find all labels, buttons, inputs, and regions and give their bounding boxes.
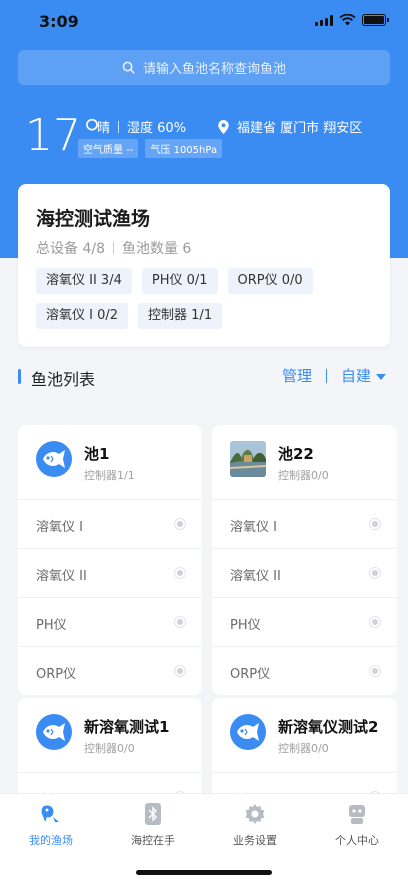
status-dot-icon [174, 567, 186, 579]
device-tag: PH仪 0/1 [141, 268, 218, 294]
weather-condition: 晴 [97, 121, 111, 136]
pond-list-actions: 管理 自建 [282, 365, 386, 386]
divider [118, 120, 120, 133]
bluetooth-icon [141, 802, 165, 826]
robot-icon [345, 802, 369, 826]
status-dot-icon [369, 665, 381, 677]
tab-label: 我的渔场 [29, 834, 73, 847]
pond-controller-count: 控制器0/0 [278, 742, 329, 755]
pond-card-header: 新溶氧仪测试2 控制器0/0 [212, 698, 397, 772]
humidity: 湿度 60% [127, 121, 187, 136]
status-icons [315, 14, 389, 26]
pond-list-header: 鱼池列表 管理 自建 [18, 364, 390, 390]
pond-name: 新溶氧测试1 [84, 718, 170, 736]
sensor-row[interactable]: ORP仪 [212, 646, 397, 695]
status-dot-icon [174, 518, 186, 530]
gear-icon [243, 802, 267, 826]
status-dot-icon [174, 665, 186, 677]
device-count: 总设备 4/8 [36, 241, 105, 257]
self-built-dropdown[interactable]: 自建 [341, 365, 386, 386]
pond-controller-count: 控制器0/0 [278, 469, 329, 482]
tab-label: 个人中心 [335, 834, 379, 847]
pond-controller-count: 控制器0/0 [84, 742, 135, 755]
caret-down-icon [376, 373, 386, 380]
signal-icon [315, 14, 333, 26]
pond-card[interactable]: 池22 控制器0/0 溶氧仪 I 溶氧仪 II PH仪 ORP仪 [212, 425, 397, 695]
location[interactable]: 福建省 厦门市 翔安区 [218, 117, 362, 136]
divider [325, 368, 327, 383]
sensor-name: 溶氧仪 II [36, 569, 87, 584]
status-time: 3:09 [39, 12, 79, 31]
device-tag: 溶氧仪 I 0/2 [36, 303, 129, 329]
device-tag: ORP仪 0/0 [227, 268, 313, 294]
sensor-name: 溶氧仪 II [230, 569, 281, 584]
status-dot-icon [369, 616, 381, 628]
manage-button[interactable]: 管理 [282, 365, 312, 386]
sensor-row[interactable]: 溶氧仪 I [212, 499, 397, 548]
fish-icon [230, 714, 266, 750]
sensor-row[interactable]: 溶氧仪 II [212, 548, 397, 597]
status-bar: 3:09 [0, 0, 408, 44]
tab-haikong[interactable]: 海控在手 [102, 802, 204, 848]
search-placeholder: 请输入鱼池名称查询鱼池 [142, 62, 286, 77]
sensor-row[interactable]: 溶氧仪 I [18, 499, 202, 548]
pond-card-header: 新溶氧测试1 控制器0/0 [18, 698, 202, 772]
weather-summary: 晴 湿度 60% [97, 117, 186, 136]
fish-icon [36, 441, 72, 477]
divider [112, 242, 114, 254]
tab-my-farm[interactable]: 我的渔场 [0, 802, 102, 848]
air-quality-chip: 空气质量 -- [78, 139, 139, 158]
pond-photo [230, 441, 266, 477]
farm-stats: 总设备 4/8 鱼池数量 6 [36, 238, 191, 258]
sensor-name: ORP仪 [36, 667, 77, 682]
weather-chips: 空气质量 -- 气压 1005hPa [78, 139, 223, 158]
farm-summary-card[interactable]: 海控测试渔场 总设备 4/8 鱼池数量 6 溶氧仪 II 3/4 PH仪 0/1… [18, 184, 390, 347]
tab-bar: 我的渔场 海控在手 业务设置 个人中心 [0, 793, 408, 883]
pond-count: 鱼池数量 6 [121, 241, 192, 257]
wifi-icon [339, 14, 356, 26]
sensor-row[interactable]: PH仪 [212, 597, 397, 646]
sensor-name: ORP仪 [230, 667, 271, 682]
pond-name: 新溶氧仪测试2 [278, 718, 379, 736]
pond-card-header: 池1 控制器1/1 [18, 425, 202, 499]
sensor-name: PH仪 [230, 618, 261, 633]
search-icon [122, 61, 135, 74]
location-text: 福建省 厦门市 翔安区 [237, 121, 363, 136]
status-dot-icon [369, 518, 381, 530]
fish-icon [36, 714, 72, 750]
search-input[interactable]: 请输入鱼池名称查询鱼池 [18, 50, 390, 85]
battery-icon [362, 14, 389, 26]
pond-controller-count: 控制器1/1 [84, 469, 135, 482]
pond-list-title: 鱼池列表 [31, 370, 96, 389]
self-built-label: 自建 [340, 367, 371, 385]
fish-icon [39, 802, 63, 826]
pond-name: 池1 [84, 445, 110, 463]
sensor-name: PH仪 [36, 618, 67, 633]
sensor-name: 溶氧仪 I [36, 520, 83, 535]
pond-card-header: 池22 控制器0/0 [212, 425, 397, 499]
farm-title: 海控测试渔场 [36, 208, 151, 230]
tab-label: 海控在手 [131, 834, 175, 847]
home-indicator [136, 870, 272, 875]
pond-name: 池22 [278, 445, 314, 463]
sensor-row[interactable]: PH仪 [18, 597, 202, 646]
tab-label: 业务设置 [233, 834, 277, 847]
section-marker [18, 369, 21, 384]
sensor-row[interactable]: 溶氧仪 II [18, 548, 202, 597]
pond-card[interactable]: 池1 控制器1/1 溶氧仪 I 溶氧仪 II PH仪 ORP仪 [18, 425, 202, 695]
device-tags: 溶氧仪 II 3/4 PH仪 0/1 ORP仪 0/0 溶氧仪 I 0/2 控制… [36, 268, 376, 329]
sensor-name: 溶氧仪 I [230, 520, 277, 535]
tab-business-settings[interactable]: 业务设置 [204, 802, 306, 848]
sensor-row[interactable]: ORP仪 [18, 646, 202, 695]
device-tag: 溶氧仪 II 3/4 [36, 268, 132, 294]
status-dot-icon [369, 567, 381, 579]
device-tag: 控制器 1/1 [138, 303, 223, 329]
location-pin-icon [218, 119, 229, 134]
tab-profile[interactable]: 个人中心 [306, 802, 408, 848]
status-dot-icon [174, 616, 186, 628]
pressure-chip: 气压 1005hPa [145, 139, 223, 158]
